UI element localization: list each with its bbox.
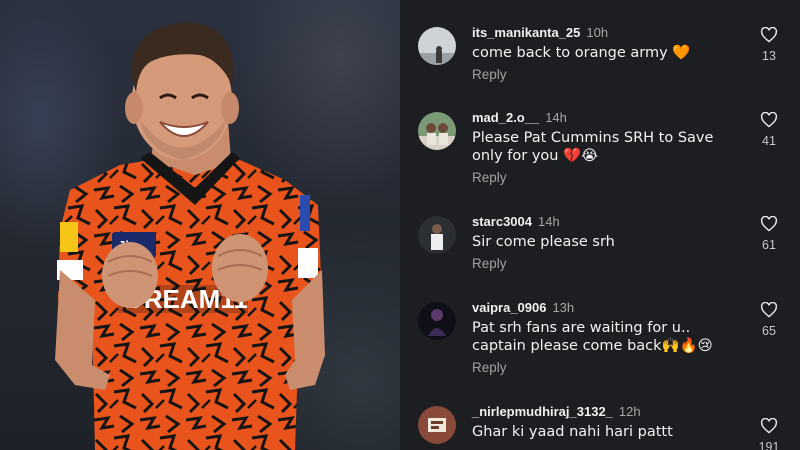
avatar[interactable] <box>418 27 456 65</box>
comment-username[interactable]: starc3004 <box>472 214 532 229</box>
like-button[interactable]: 191 <box>758 418 780 450</box>
reply-button[interactable]: Reply <box>472 255 742 272</box>
heart-outline-icon[interactable] <box>760 216 778 232</box>
comment-time: 14h <box>538 214 560 229</box>
comment-text: Pat srh fans are waiting for u.. <box>472 320 691 336</box>
like-count: 41 <box>762 134 776 148</box>
comment-text-line-2: captain please come back🙌🔥😢 <box>472 338 713 354</box>
comment-username[interactable]: vaipra_0906 <box>472 300 546 315</box>
like-button[interactable]: 41 <box>758 112 780 148</box>
reply-button[interactable]: Reply <box>472 359 742 376</box>
comments-panel: its_manikanta_25 10h come back to orange … <box>400 0 800 450</box>
reply-button[interactable]: Reply <box>472 66 742 83</box>
like-button[interactable]: 65 <box>758 302 780 338</box>
like-button[interactable]: 13 <box>758 27 780 63</box>
avatar[interactable] <box>418 406 456 444</box>
heart-outline-icon[interactable] <box>760 418 778 434</box>
comment-time: 13h <box>552 300 575 315</box>
avatar[interactable] <box>418 112 456 150</box>
heart-outline-icon[interactable] <box>760 112 778 128</box>
like-count: 65 <box>762 324 776 338</box>
like-count: 191 <box>758 440 780 450</box>
comment-text-line-2: only for you 💔😭 <box>472 148 599 164</box>
like-count: 61 <box>762 238 776 252</box>
player-illustration: DREAM11 Jio <box>55 22 325 450</box>
comment-time: 14h <box>545 110 567 125</box>
comment-username[interactable]: _nirlepmudhiraj_3132_ <box>472 404 613 419</box>
comment-username[interactable]: its_manikanta_25 <box>472 25 580 40</box>
avatar[interactable] <box>418 302 456 340</box>
post-photo: DREAM11 Jio <box>0 0 400 450</box>
heart-outline-icon[interactable] <box>760 302 778 318</box>
comment-text: come back to orange army 🧡 <box>472 45 691 61</box>
comment-text: Ghar ki yaad nahi hari pattt <box>472 424 673 440</box>
comment-text: Sir come please srh <box>472 234 615 250</box>
comment-time: 12h <box>618 404 641 419</box>
like-button[interactable]: 61 <box>758 216 780 252</box>
comment-text: Please Pat Cummins SRH to Save <box>472 130 714 146</box>
heart-outline-icon[interactable] <box>760 27 778 43</box>
comment-username[interactable]: mad_2.o__ <box>472 110 539 125</box>
avatar[interactable] <box>418 216 456 254</box>
reply-button[interactable]: Reply <box>472 169 742 186</box>
comment-time: 10h <box>586 25 609 40</box>
like-count: 13 <box>762 49 776 63</box>
